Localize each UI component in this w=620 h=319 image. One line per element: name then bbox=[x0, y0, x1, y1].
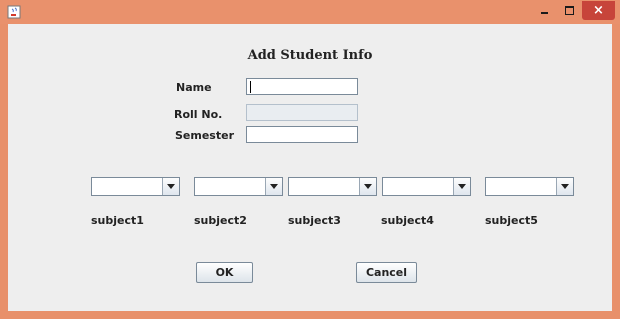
subject1-dropdown[interactable] bbox=[91, 177, 180, 196]
chevron-down-icon[interactable] bbox=[359, 178, 376, 195]
ok-button[interactable]: OK bbox=[196, 262, 253, 283]
subject1-label: subject1 bbox=[91, 214, 144, 227]
subject2-label: subject2 bbox=[194, 214, 247, 227]
subject4-label: subject4 bbox=[381, 214, 434, 227]
close-button[interactable]: × bbox=[582, 1, 615, 20]
name-label: Name bbox=[176, 81, 212, 94]
subject4-dropdown[interactable] bbox=[382, 177, 471, 196]
text-caret bbox=[250, 81, 251, 93]
chevron-down-icon[interactable] bbox=[265, 178, 282, 195]
subject3-label: subject3 bbox=[288, 214, 341, 227]
cancel-button[interactable]: Cancel bbox=[356, 262, 417, 283]
form-panel: Add Student Info Name Roll No. Semester bbox=[8, 24, 612, 311]
form-title: Add Student Info bbox=[247, 48, 373, 63]
minimize-button[interactable] bbox=[532, 1, 557, 20]
name-input[interactable] bbox=[246, 78, 358, 95]
chevron-down-icon[interactable] bbox=[556, 178, 573, 195]
subject5-label: subject5 bbox=[485, 214, 538, 227]
minimize-icon bbox=[541, 12, 548, 14]
semester-label: Semester bbox=[175, 129, 234, 142]
app-window: × Add Student Info Name Roll No. Semeste… bbox=[0, 0, 620, 319]
subject5-dropdown[interactable] bbox=[485, 177, 574, 196]
roll-no-label: Roll No. bbox=[174, 108, 223, 121]
chevron-down-icon[interactable] bbox=[453, 178, 470, 195]
subject2-dropdown[interactable] bbox=[194, 177, 283, 196]
chevron-down-icon[interactable] bbox=[162, 178, 179, 195]
java-cup-icon bbox=[7, 5, 21, 19]
maximize-button[interactable] bbox=[557, 1, 582, 20]
close-icon: × bbox=[593, 3, 604, 18]
roll-no-input bbox=[246, 104, 358, 121]
maximize-icon bbox=[565, 6, 574, 15]
semester-input[interactable] bbox=[246, 126, 358, 143]
subject3-dropdown[interactable] bbox=[288, 177, 377, 196]
title-bar[interactable]: × bbox=[0, 0, 620, 24]
